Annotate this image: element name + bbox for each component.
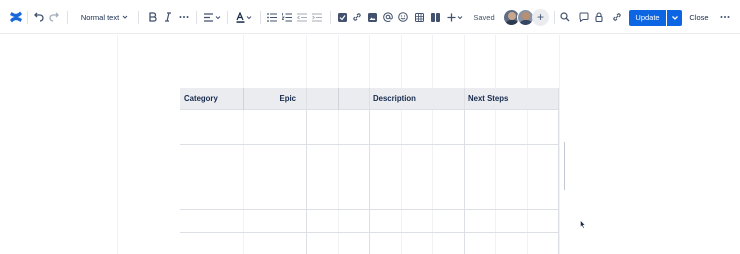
close-button[interactable]: Close bbox=[688, 10, 710, 26]
copy-link-icon[interactable] bbox=[610, 8, 623, 26]
table-row[interactable] bbox=[180, 209, 559, 210]
outdent-icon[interactable] bbox=[296, 8, 308, 26]
column-divider bbox=[369, 88, 370, 254]
insert-more-icon[interactable] bbox=[445, 8, 465, 26]
page-margin-guide bbox=[559, 35, 560, 254]
italic-icon[interactable] bbox=[162, 8, 174, 26]
data-table[interactable]: Category Epic Description Next Steps bbox=[180, 88, 559, 254]
table-header-cell[interactable]: Category bbox=[180, 88, 243, 110]
text-color-icon[interactable] bbox=[234, 8, 254, 26]
table-row[interactable] bbox=[180, 232, 559, 233]
editor-canvas[interactable]: Category Epic Description Next Steps bbox=[0, 35, 740, 254]
page-margin-guide bbox=[117, 35, 118, 254]
table-header-cell[interactable]: Description bbox=[369, 88, 464, 110]
toolbar-separator bbox=[138, 11, 139, 24]
more-options-icon[interactable] bbox=[718, 8, 731, 26]
search-icon[interactable] bbox=[558, 8, 571, 26]
restrictions-lock-icon[interactable] bbox=[592, 8, 605, 26]
mouse-cursor-icon bbox=[580, 216, 586, 234]
redo-icon[interactable] bbox=[47, 8, 61, 26]
chevron-down-icon bbox=[122, 15, 128, 19]
table-header-cell[interactable] bbox=[338, 88, 369, 110]
bold-icon[interactable] bbox=[146, 8, 158, 26]
indent-icon[interactable] bbox=[311, 8, 323, 26]
mention-icon[interactable] bbox=[382, 8, 394, 26]
link-icon[interactable] bbox=[351, 8, 363, 26]
numbered-list-icon[interactable] bbox=[281, 8, 293, 26]
toolbar-separator bbox=[27, 11, 28, 24]
table-header-cell[interactable] bbox=[306, 88, 338, 110]
toolbar-separator bbox=[554, 11, 555, 24]
column-divider bbox=[243, 88, 244, 110]
column-divider bbox=[558, 88, 559, 254]
text-style-label: Normal text bbox=[80, 12, 120, 22]
undo-icon[interactable] bbox=[32, 8, 46, 26]
table-icon[interactable] bbox=[413, 8, 425, 26]
column-divider bbox=[306, 88, 307, 254]
table-header-cell[interactable]: Next Steps bbox=[464, 88, 559, 110]
layout-columns-icon[interactable] bbox=[429, 8, 441, 26]
column-divider bbox=[338, 88, 339, 110]
add-collaborator-button[interactable]: + bbox=[532, 9, 549, 26]
editor-toolbar: Normal text Saved + Update Close bbox=[0, 0, 740, 34]
toolbar-separator bbox=[196, 11, 197, 24]
table-resize-handle[interactable] bbox=[564, 142, 565, 190]
update-options-button[interactable] bbox=[667, 10, 682, 26]
emoji-icon[interactable] bbox=[397, 8, 409, 26]
bullet-list-icon[interactable] bbox=[266, 8, 278, 26]
column-divider bbox=[464, 88, 465, 254]
more-formatting-icon[interactable] bbox=[177, 8, 191, 26]
text-style-dropdown[interactable]: Normal text bbox=[79, 8, 131, 26]
task-checkbox-icon[interactable] bbox=[336, 8, 348, 26]
table-row[interactable] bbox=[180, 144, 559, 145]
chevron-down-icon bbox=[671, 16, 678, 20]
confluence-logo-icon[interactable] bbox=[7, 8, 25, 26]
toolbar-separator bbox=[67, 11, 68, 24]
text-align-icon[interactable] bbox=[202, 8, 222, 26]
toolbar-separator bbox=[227, 11, 228, 24]
toolbar-separator bbox=[260, 11, 261, 24]
comment-icon[interactable] bbox=[577, 8, 590, 26]
toolbar-separator bbox=[330, 11, 331, 24]
update-button[interactable]: Update bbox=[629, 10, 666, 26]
image-icon[interactable] bbox=[366, 8, 378, 26]
table-header-cell[interactable]: Epic bbox=[243, 88, 306, 110]
saved-status: Saved bbox=[473, 12, 495, 22]
